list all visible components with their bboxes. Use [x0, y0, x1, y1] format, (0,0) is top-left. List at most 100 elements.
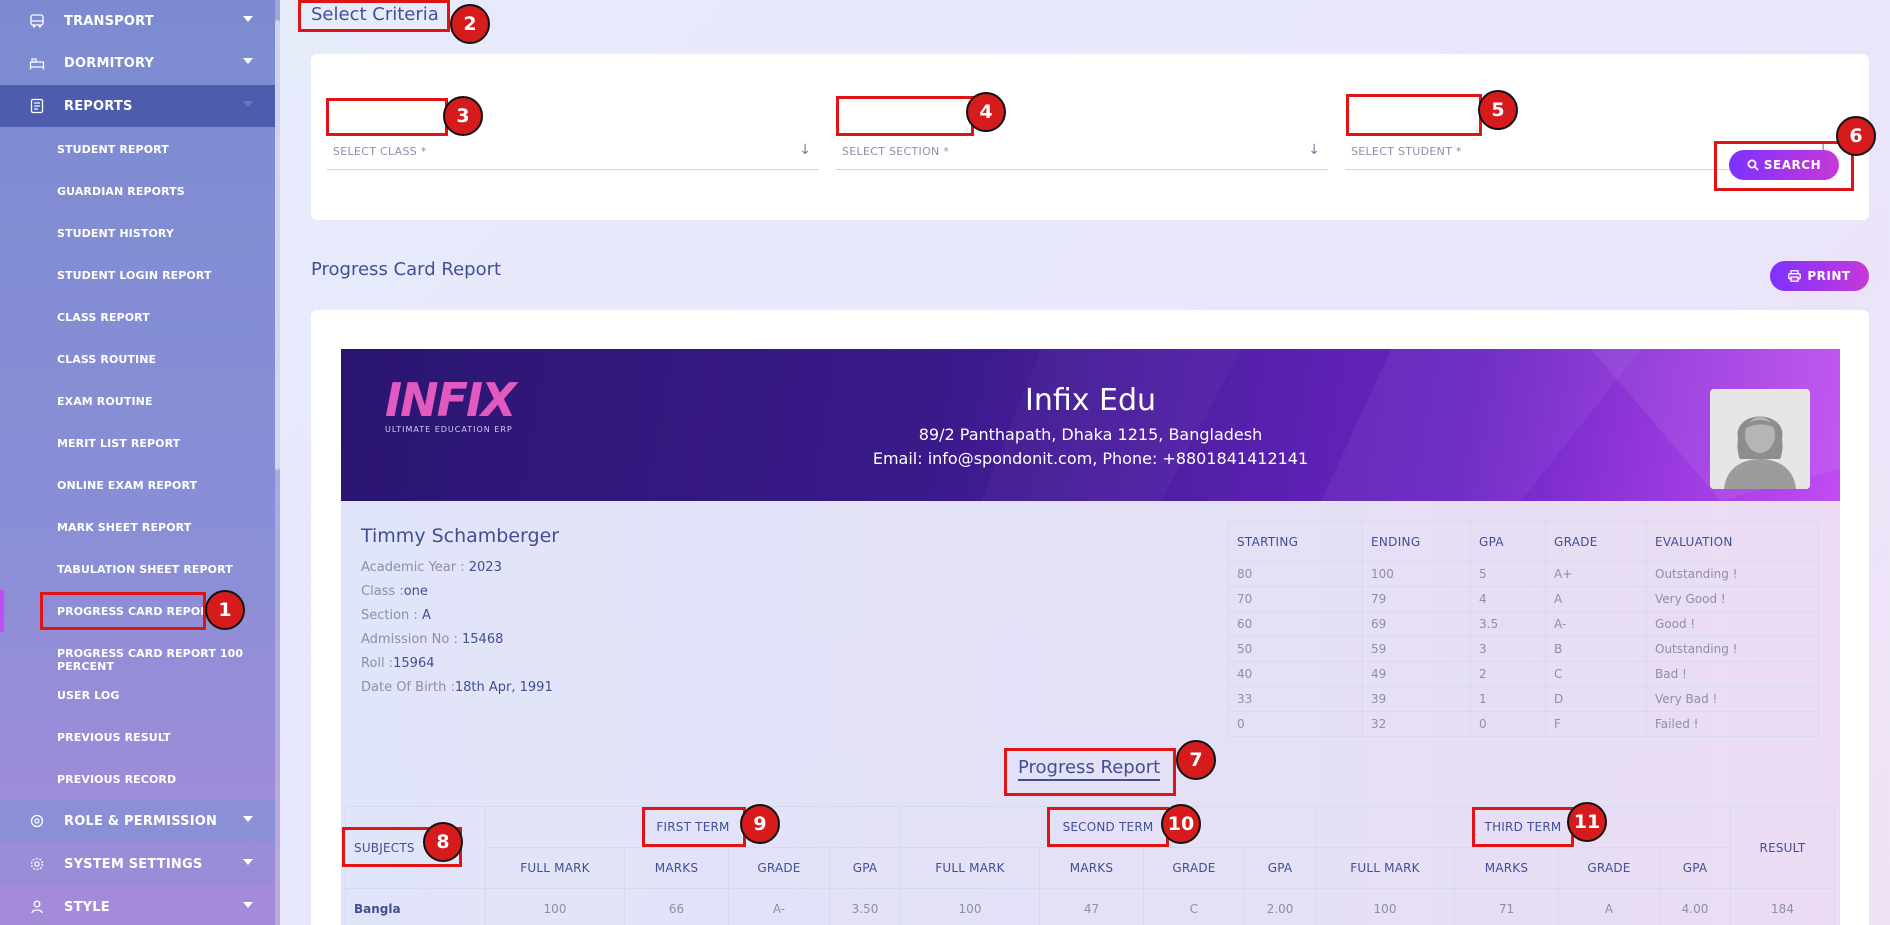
- table-cell: 100: [1362, 561, 1471, 587]
- nav-transport[interactable]: TRANSPORT: [0, 0, 275, 42]
- table-cell: A-: [1545, 611, 1647, 637]
- table-cell: Bad !: [1646, 661, 1819, 687]
- table-row: 60 69 3.5 A- Good !: [1228, 611, 1819, 637]
- sidebar-item-student-login-report[interactable]: STUDENT LOGIN REPORT: [57, 269, 212, 282]
- sidebar-item-student-report[interactable]: STUDENT REPORT: [57, 143, 169, 156]
- table-cell: A+: [1545, 561, 1647, 587]
- sidebar-item-class-report[interactable]: CLASS REPORT: [57, 311, 150, 324]
- table-cell: 70: [1228, 586, 1363, 612]
- table-cell: 2: [1470, 661, 1546, 687]
- annotation-badge: 3: [443, 96, 483, 136]
- bed-icon: [28, 54, 46, 72]
- select-class-placeholder: SELECT CLASS *: [333, 145, 427, 158]
- chevron-down-icon: [243, 816, 253, 822]
- table-cell: 5: [1470, 561, 1546, 587]
- table-cell: 40: [1228, 661, 1363, 687]
- nav-style[interactable]: STYLE: [0, 886, 275, 925]
- sidebar-item-previous-result[interactable]: PREVIOUS RESULT: [57, 731, 171, 744]
- sidebar-item-guardian-reports[interactable]: GUARDIAN REPORTS: [57, 185, 185, 198]
- annotation-box: [1004, 748, 1176, 796]
- table-cell: A: [1545, 586, 1647, 612]
- school-name: Infix Edu: [1024, 383, 1157, 418]
- arrow-down-icon: ↓: [799, 142, 811, 158]
- sidebar-item-previous-record[interactable]: PREVIOUS RECORD: [57, 773, 176, 786]
- nav-role-permission[interactable]: ROLE & PERMISSION: [0, 800, 275, 842]
- table-cell: C: [1545, 661, 1647, 687]
- col-grade: GRADE: [728, 847, 830, 889]
- print-button[interactable]: PRINT: [1770, 261, 1869, 291]
- grade-col-starting: STARTING: [1228, 521, 1363, 562]
- section-label: Section :: [361, 608, 422, 623]
- class-value: one: [403, 584, 428, 599]
- select-section-dropdown[interactable]: SELECT SECTION * ↓: [836, 134, 1328, 170]
- nav-system-settings[interactable]: SYSTEM SETTINGS: [0, 843, 275, 885]
- academic-year-line: Academic Year : 2023: [361, 560, 502, 575]
- sidebar-item-tabulation-sheet-report[interactable]: TABULATION SHEET REPORT: [57, 563, 233, 576]
- admission-line: Admission No : 15468: [361, 632, 503, 647]
- arrow-down-icon: ↓: [1308, 142, 1320, 158]
- table-cell: 0: [1228, 711, 1363, 737]
- table-cell: Failed !: [1646, 711, 1819, 737]
- grade-scale-table: STARTING ENDING GPA GRADE EVALUATION 80 1…: [1228, 521, 1819, 737]
- col-marks: MARKS: [624, 847, 729, 889]
- nav-style-label: STYLE: [64, 899, 110, 915]
- bus-icon: [28, 12, 46, 30]
- table-cell: 100: [900, 888, 1040, 925]
- table-cell: F: [1545, 711, 1647, 737]
- annotation-box: [298, 0, 450, 32]
- annotation-badge: 6: [1836, 116, 1876, 156]
- admission-value: 15468: [462, 632, 504, 647]
- select-section-placeholder: SELECT SECTION *: [842, 145, 950, 158]
- table-row: 33 39 1 D Very Bad !: [1228, 686, 1819, 712]
- sidebar-item-exam-routine[interactable]: EXAM ROUTINE: [57, 395, 153, 408]
- dob-label: Date Of Birth :: [361, 680, 455, 695]
- table-cell: 33: [1228, 686, 1363, 712]
- class-label: Class :: [361, 584, 404, 599]
- table-row: 70 79 4 A Very Good !: [1228, 586, 1819, 612]
- printer-icon: [1788, 270, 1802, 282]
- annotation-badge: 8: [423, 822, 463, 862]
- sidebar-item-merit-list-report[interactable]: MERIT LIST REPORT: [57, 437, 180, 450]
- annotation-box: [1714, 141, 1854, 191]
- sidebar-item-student-history[interactable]: STUDENT HISTORY: [57, 227, 174, 240]
- sidebar-item-online-exam-report[interactable]: ONLINE EXAM REPORT: [57, 479, 197, 492]
- table-cell: C: [1143, 888, 1245, 925]
- table-cell: 39: [1362, 686, 1471, 712]
- annotation-box: [40, 592, 206, 630]
- report-icon: [28, 97, 46, 115]
- select-class-dropdown[interactable]: SELECT CLASS * ↓: [327, 134, 819, 170]
- annotation-badge: 5: [1478, 90, 1518, 130]
- annotation-box: [1047, 807, 1169, 847]
- annotation-box: [642, 807, 746, 847]
- sidebar-item-class-routine[interactable]: CLASS ROUTINE: [57, 353, 156, 366]
- academic-year-label: Academic Year :: [361, 560, 469, 575]
- sidebar-item-user-log[interactable]: USER LOG: [57, 689, 119, 702]
- print-button-label: PRINT: [1807, 269, 1851, 283]
- grade-col-evaluation: EVALUATION: [1646, 521, 1819, 562]
- school-address: 89/2 Panthapath, Dhaka 1215, Bangladesh: [918, 425, 1263, 444]
- nav-role-permission-label: ROLE & PERMISSION: [64, 813, 218, 829]
- col-result: RESULT: [1730, 806, 1835, 889]
- sidebar-item-mark-sheet-report[interactable]: MARK SHEET REPORT: [57, 521, 191, 534]
- table-cell: 79: [1362, 586, 1471, 612]
- nav-dormitory-label: DORMITORY: [64, 55, 155, 71]
- chevron-down-icon: [243, 16, 253, 22]
- annotation-badge: 4: [966, 92, 1006, 132]
- col-marks: MARKS: [1454, 847, 1559, 889]
- table-row: 80 100 5 A+ Outstanding !: [1228, 561, 1819, 587]
- nav-reports[interactable]: REPORTS: [0, 85, 275, 127]
- avatar-icon: [1710, 389, 1810, 489]
- table-cell: 59: [1362, 636, 1471, 662]
- table-cell: 4: [1470, 586, 1546, 612]
- table-cell: 47: [1039, 888, 1144, 925]
- table-cell: 1: [1470, 686, 1546, 712]
- nav-dormitory[interactable]: DORMITORY: [0, 42, 275, 84]
- section-value: A: [421, 608, 431, 623]
- table-cell: 71: [1454, 888, 1559, 925]
- col-full-mark: FULL MARK: [485, 847, 625, 889]
- sidebar-item-progress-card-report-100[interactable]: PROGRESS CARD REPORT 100 PERCENT: [57, 647, 280, 673]
- table-cell: A-: [728, 888, 830, 925]
- table-cell: 32: [1362, 711, 1471, 737]
- grade-col-gpa: GPA: [1470, 521, 1546, 562]
- table-row: 50 59 3 B Outstanding !: [1228, 636, 1819, 662]
